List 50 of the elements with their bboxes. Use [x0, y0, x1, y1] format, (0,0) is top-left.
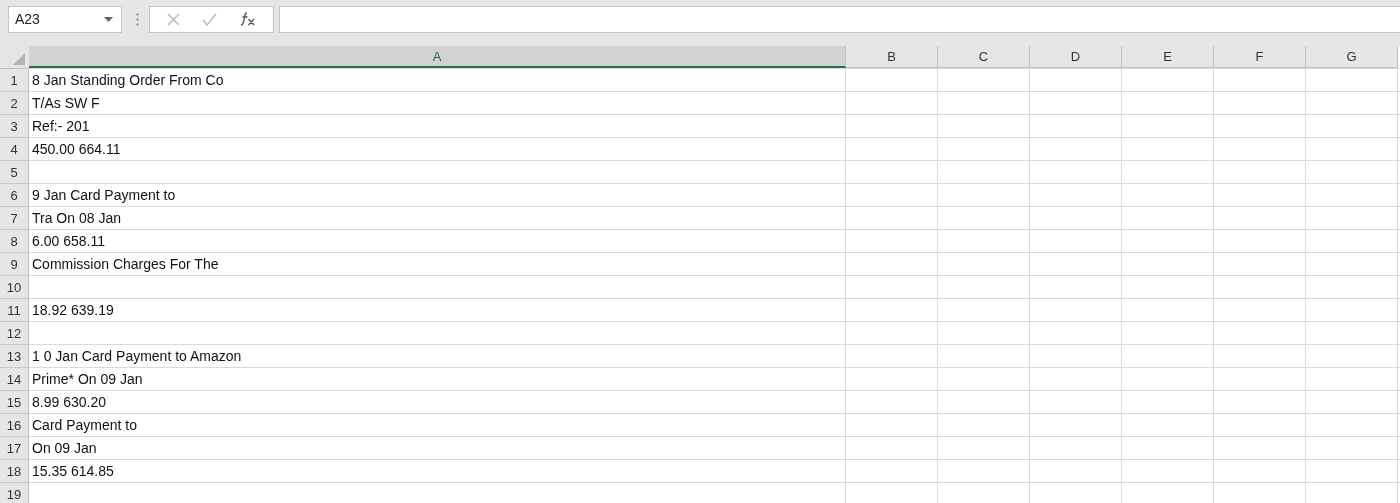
- dropdown-caret-icon[interactable]: [104, 16, 113, 22]
- name-box[interactable]: A23: [8, 5, 122, 33]
- table-cell-text: 450.00 664.11: [31, 140, 122, 159]
- row-header[interactable]: 16: [0, 414, 29, 437]
- row-header[interactable]: 19: [0, 483, 29, 503]
- column-header[interactable]: D: [1030, 46, 1122, 68]
- column-header[interactable]: C: [938, 46, 1030, 68]
- column-header[interactable]: G: [1306, 46, 1398, 68]
- checkmark-icon[interactable]: [202, 12, 218, 26]
- column-header[interactable]: F: [1214, 46, 1306, 68]
- row-header[interactable]: 3: [0, 115, 29, 138]
- row-header[interactable]: 8: [0, 230, 29, 253]
- table-cell-text: 8.99 630.20: [31, 393, 107, 412]
- row-header[interactable]: 18: [0, 460, 29, 483]
- table-cell-text: 18.92 639.19: [31, 301, 115, 320]
- column-header[interactable]: B: [846, 46, 938, 68]
- insert-function-icon[interactable]: [239, 12, 256, 26]
- formula-input[interactable]: [279, 5, 1400, 33]
- row-header[interactable]: 7: [0, 207, 29, 230]
- grip-dots-icon: [136, 12, 139, 26]
- row-header[interactable]: 11: [0, 299, 29, 322]
- table-cell-text: 15.35 614.85: [31, 462, 115, 481]
- row-header[interactable]: 15: [0, 391, 29, 414]
- name-box-text: A23: [15, 11, 40, 27]
- table-cell-text: Commission Charges For The: [31, 255, 220, 274]
- row-header[interactable]: 9: [0, 253, 29, 276]
- row-header[interactable]: 13: [0, 345, 29, 368]
- table-cell-text: T/As SW F: [31, 94, 101, 113]
- select-all-icon[interactable]: [13, 53, 25, 65]
- row-header[interactable]: 2: [0, 92, 29, 115]
- table-cell-text: 1 0 Jan Card Payment to Amazon: [31, 347, 243, 366]
- row-header[interactable]: 1: [0, 69, 29, 92]
- row-header[interactable]: 17: [0, 437, 29, 460]
- column-header[interactable]: A: [29, 46, 846, 68]
- row-header[interactable]: 12: [0, 322, 29, 345]
- row-header[interactable]: 4: [0, 138, 29, 161]
- table-cell-text: Ref:- 201: [31, 117, 91, 136]
- row-header[interactable]: 5: [0, 161, 29, 184]
- row-header[interactable]: 10: [0, 276, 29, 299]
- table-cell-text: Tra On 08 Jan: [31, 209, 122, 228]
- table-cell-text: Prime* On 09 Jan: [31, 370, 144, 389]
- table-cell-text: 9 Jan Card Payment to: [31, 186, 177, 205]
- row-header[interactable]: 6: [0, 184, 29, 207]
- table-cell-text: 8 Jan Standing Order From Co: [31, 71, 225, 90]
- table-cell-text: On 09 Jan: [31, 439, 98, 458]
- table-cell-text: Card Payment to: [31, 416, 139, 435]
- column-header[interactable]: E: [1122, 46, 1214, 68]
- cancel-icon[interactable]: [167, 12, 181, 26]
- row-header[interactable]: 14: [0, 368, 29, 391]
- table-cell-text: 6.00 658.11: [31, 232, 106, 251]
